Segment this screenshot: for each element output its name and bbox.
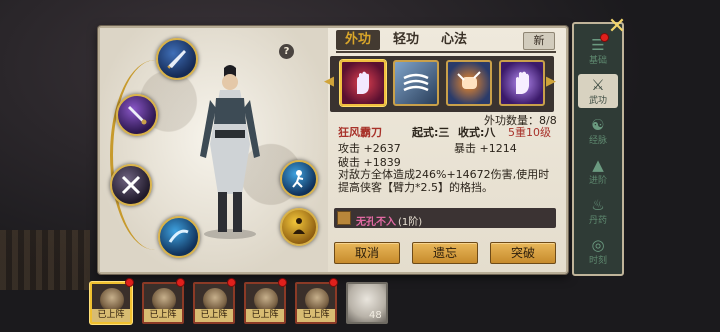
skill-card-blade-wheel[interactable]	[393, 60, 439, 106]
tab-qinggong[interactable]: 轻功	[384, 30, 428, 50]
advance-icon: ▲	[592, 155, 604, 174]
notification-dot	[329, 278, 338, 287]
tab-divider	[336, 51, 556, 53]
side-menu-label: 时刻	[588, 255, 607, 266]
running-figure-icon	[292, 170, 304, 188]
help-icon[interactable]: ?	[279, 44, 294, 59]
slash-icon	[168, 229, 189, 243]
roster-slot-4[interactable]: 已上阵	[244, 282, 286, 324]
side-menu-label: 经脉	[588, 135, 607, 146]
deployed-tag: 已上阵	[297, 309, 335, 322]
meridian-icon: ☯	[591, 115, 605, 134]
deployed-tag: 已上阵	[195, 309, 233, 322]
notification-dot	[278, 278, 287, 287]
skill-orb-dagger[interactable]	[116, 94, 158, 136]
roster-slot-5[interactable]: 已上阵	[295, 282, 337, 324]
side-menu-item-elixir[interactable]: ♨ 丹药	[578, 194, 618, 228]
skill-description: 对敌方全体造成246%+14672伤害,使用时提高侠客【臂力*2.5】的格挡。	[338, 168, 550, 194]
book-icon	[337, 211, 351, 225]
stance-finish: 收式:八	[458, 126, 496, 139]
side-menu-label: 基础	[588, 55, 607, 66]
blade-wave-icon	[403, 73, 429, 92]
meditating-figure-icon	[293, 218, 305, 234]
secret-book-tier: (1阶)	[398, 217, 423, 228]
elder-level: 48	[369, 310, 382, 321]
crossed-blades-icon	[121, 175, 141, 195]
skill-card-kuangfeng[interactable]	[340, 60, 386, 106]
side-menu-label: 丹药	[588, 215, 607, 226]
skill-orb-qinggong[interactable]	[280, 160, 318, 198]
elixir-icon: ♨	[591, 195, 605, 214]
sword-icon	[167, 50, 186, 69]
skill-category-tabs: 外功 轻功 心法	[336, 30, 476, 50]
open-hand-icon	[516, 71, 529, 94]
skill-name: 狂风霸刀	[338, 126, 382, 139]
time-icon: ◎	[591, 235, 605, 254]
deployed-tag: 已上阵	[92, 309, 130, 322]
skill-orb-crossed-blades[interactable]	[110, 164, 152, 206]
roster-slot-1[interactable]: 已上阵	[90, 282, 132, 324]
skill-orb-heart-method[interactable]	[280, 208, 318, 246]
skill-card-buddha-palm[interactable]	[499, 60, 545, 106]
dagger-icon	[128, 106, 147, 125]
prev-arrow-icon[interactable]: ◀	[324, 74, 334, 89]
sword-icon: ⚔	[591, 75, 605, 94]
skill-card-fist[interactable]	[446, 60, 492, 106]
side-menu-item-martial-arts[interactable]: ⚔ 武功	[578, 74, 618, 108]
next-arrow-icon[interactable]: ▶	[546, 74, 556, 89]
stat-crit: 暴击 +1214	[454, 142, 517, 155]
breakthrough-button[interactable]: 突破	[490, 242, 556, 264]
notification-dot	[600, 33, 609, 42]
palm-icon	[357, 71, 369, 94]
tab-outer-skill[interactable]: 外功	[336, 30, 381, 50]
new-button[interactable]: 新	[523, 32, 555, 50]
side-menu-item-time[interactable]: ◎ 时刻	[578, 234, 618, 268]
notification-dot	[125, 278, 134, 287]
side-menu-label: 武功	[588, 95, 607, 106]
fist-icon	[457, 71, 481, 89]
roster-slot-3[interactable]: 已上阵	[193, 282, 235, 324]
character-portrait	[200, 65, 260, 239]
side-menu-item-advance[interactable]: ▲ 进阶	[578, 154, 618, 188]
cancel-button[interactable]: 取消	[334, 242, 400, 264]
stance-start: 起式:三	[412, 126, 450, 139]
notification-dot	[227, 278, 236, 287]
side-menu-label: 进阶	[588, 175, 607, 186]
tab-heart-method[interactable]: 心法	[432, 30, 476, 50]
forget-button[interactable]: 遗忘	[412, 242, 478, 264]
notification-dot	[176, 278, 185, 287]
side-menu-item-meridians[interactable]: ☯ 经脉	[578, 114, 618, 148]
skill-level: 5重10级	[508, 126, 551, 139]
deployed-tag: 已上阵	[144, 309, 182, 322]
background-scenery	[0, 230, 90, 290]
secret-book-name: 无孔不入	[356, 217, 396, 228]
roster-slot-2[interactable]: 已上阵	[142, 282, 184, 324]
deployed-tag: 已上阵	[246, 309, 284, 322]
